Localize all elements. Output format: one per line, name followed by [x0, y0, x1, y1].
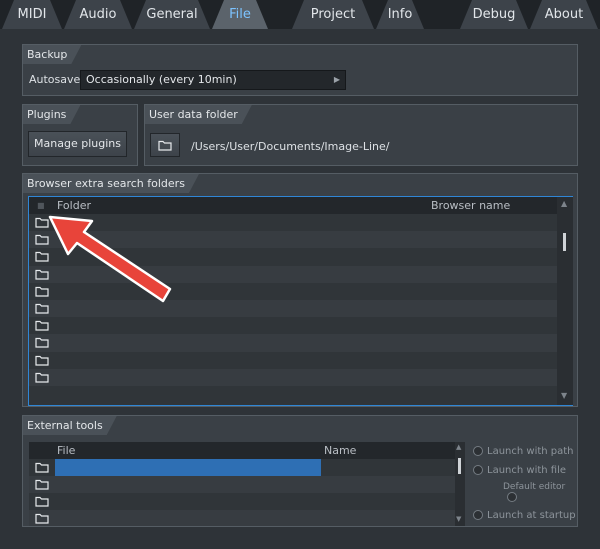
- autosave-value: Occasionally (every 10min): [86, 73, 237, 86]
- user-data-title: User data folder: [145, 105, 252, 124]
- tab-debug[interactable]: Debug: [460, 0, 528, 29]
- tab-about[interactable]: About: [530, 0, 598, 29]
- folder-icon[interactable]: [35, 462, 49, 473]
- folder-icon[interactable]: [35, 355, 49, 366]
- browse-folder-button[interactable]: [150, 133, 180, 157]
- browser-folder-row[interactable]: [29, 334, 557, 352]
- radio-icon: [507, 492, 517, 502]
- radio-icon: [473, 510, 483, 520]
- arrow-annotation-icon: [48, 215, 172, 303]
- browser-folder-row[interactable]: [29, 368, 557, 386]
- folder-icon[interactable]: [35, 337, 49, 348]
- backup-title: Backup: [23, 45, 81, 64]
- tools-scroll-thumb[interactable]: [458, 458, 461, 474]
- external-tools-title: External tools: [23, 416, 117, 435]
- tab-audio[interactable]: Audio: [64, 0, 132, 29]
- launch-with-path-option[interactable]: Launch with path: [473, 446, 574, 457]
- external-tools-list[interactable]: File Name: [29, 442, 455, 526]
- tab-midi[interactable]: MIDI: [2, 0, 62, 29]
- backup-panel: Backup Autosave Occasionally (every 10mi…: [22, 44, 578, 96]
- col-name[interactable]: Name: [324, 442, 356, 459]
- external-tool-row[interactable]: [29, 510, 455, 526]
- browser-folder-row[interactable]: [29, 317, 557, 334]
- folder-icon[interactable]: [35, 372, 49, 383]
- autosave-label: Autosave: [29, 73, 81, 86]
- tools-scroll-down-icon[interactable]: ▼: [456, 515, 461, 523]
- launch-with-path-label: Launch with path: [487, 446, 574, 457]
- tab-project[interactable]: Project: [292, 0, 374, 29]
- external-tool-row[interactable]: [29, 493, 455, 510]
- tab-file[interactable]: File: [212, 0, 268, 29]
- browser-folder-row[interactable]: [29, 352, 557, 369]
- scroll-up-icon[interactable]: ▲: [561, 199, 567, 208]
- folder-icon: [158, 140, 172, 151]
- tab-bar: MIDI Audio General File Project Info Deb…: [0, 0, 600, 29]
- selected-file-cell[interactable]: [55, 459, 321, 476]
- launch-at-startup-option[interactable]: Launch at startup: [473, 510, 576, 521]
- col-file[interactable]: File: [57, 442, 75, 459]
- folder-icon[interactable]: [35, 479, 49, 490]
- manage-plugins-button[interactable]: Manage plugins: [28, 131, 127, 157]
- user-data-panel: User data folder /Users/User/Documents/I…: [144, 104, 578, 166]
- folder-icon[interactable]: [35, 320, 49, 331]
- plugins-panel: Plugins Manage plugins: [22, 104, 138, 166]
- external-tool-row[interactable]: [29, 459, 455, 476]
- external-tool-row[interactable]: [29, 476, 455, 494]
- tab-info[interactable]: Info: [376, 0, 424, 29]
- radio-icon: [473, 465, 483, 475]
- folder-icon[interactable]: [35, 496, 49, 507]
- tools-scrollbar[interactable]: ▲ ▼: [455, 442, 465, 526]
- default-editor-label: Default editor: [503, 482, 566, 492]
- radio-icon: [473, 446, 483, 456]
- external-tools-panel: External tools File Name ▲ ▼ Launch with…: [22, 415, 578, 527]
- launch-with-file-option[interactable]: Launch with file: [473, 465, 566, 476]
- folder-icon[interactable]: [35, 513, 49, 524]
- tab-general[interactable]: General: [134, 0, 210, 29]
- dropdown-arrow-icon: ▶: [333, 75, 340, 84]
- browser-scrollbar[interactable]: ▲ ▼: [557, 197, 573, 405]
- plugins-title: Plugins: [23, 105, 80, 124]
- scroll-down-icon[interactable]: ▼: [561, 391, 567, 400]
- browser-scroll-thumb[interactable]: [563, 233, 566, 251]
- tools-scroll-up-icon[interactable]: ▲: [456, 443, 461, 451]
- autosave-dropdown[interactable]: Occasionally (every 10min) ▶: [80, 70, 346, 90]
- browser-folders-title: Browser extra search folders: [23, 174, 199, 193]
- col-browser-name[interactable]: Browser name: [431, 197, 510, 214]
- external-tools-header: File Name: [29, 442, 455, 459]
- default-editor-option[interactable]: Default editor: [503, 482, 577, 503]
- launch-at-startup-label: Launch at startup: [487, 510, 576, 521]
- user-data-path: /Users/User/Documents/Image-Line/: [191, 140, 390, 153]
- launch-with-file-label: Launch with file: [487, 465, 567, 476]
